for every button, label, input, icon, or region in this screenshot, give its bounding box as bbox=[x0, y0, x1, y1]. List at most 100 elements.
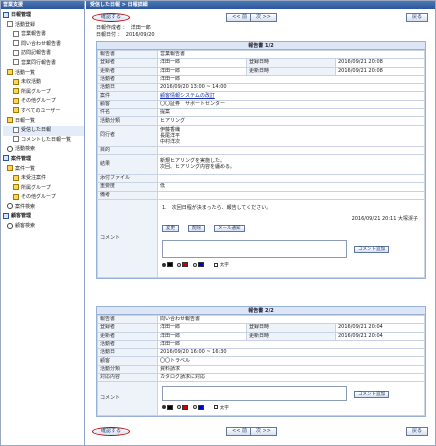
deal-link[interactable]: 顧客情報システムの改訂 bbox=[160, 93, 215, 99]
color-swatch-red bbox=[182, 404, 189, 410]
add-comment-button-2[interactable]: コメント追加 bbox=[354, 390, 389, 398]
result-line: 次回、ヒアリング内容を纏める。 bbox=[160, 164, 236, 171]
color-radio-black[interactable] bbox=[162, 262, 166, 267]
report-row: 顧客 〇〇証券 サポートセンター bbox=[97, 99, 425, 110]
sidebar-item-label: 日報一覧 bbox=[15, 117, 36, 124]
date-value: 2016/09/20 bbox=[125, 32, 155, 38]
companions-label: 同行者 bbox=[97, 124, 158, 147]
field-value: 問い合わせ報告書 bbox=[157, 314, 425, 325]
sidebar-item-label: 所属グループ bbox=[21, 88, 51, 95]
report-2-table: 報告書 問い合わせ報告書 登録者 洋田一郎 登録日時 2016/09/21 20:04 更新… bbox=[97, 314, 425, 417]
field-label: 報告書 bbox=[97, 49, 158, 60]
sidebar-item[interactable]: すべてのユーザー bbox=[3, 107, 84, 117]
edit-comment-button[interactable]: 変更 bbox=[162, 225, 179, 233]
bold-checkbox-2[interactable] bbox=[214, 405, 219, 410]
mail-notify-button[interactable]: メール通知 bbox=[214, 225, 245, 233]
field-value: 提案 bbox=[157, 108, 425, 118]
report-row: 案件 顧客情報システムの改訂 bbox=[97, 91, 425, 101]
sidebar-item[interactable]: 活動一覧 bbox=[3, 69, 84, 79]
companions-row: 同行者 伊藤香織 長尾洋平 中村洋次 bbox=[97, 124, 425, 147]
sidebar-item[interactable]: 日報一覧 bbox=[3, 117, 84, 127]
folder-icon bbox=[13, 193, 19, 200]
sidebar-item[interactable]: 案件検索 bbox=[3, 203, 84, 213]
sidebar-item-label: 活動登録 bbox=[15, 21, 36, 28]
sidebar-item[interactable]: 未受注案件 bbox=[3, 174, 84, 184]
comment-textarea-2[interactable] bbox=[162, 385, 347, 401]
sidebar-item[interactable]: 顧客検索 bbox=[3, 222, 84, 232]
sidebar-item-label: その他グループ bbox=[21, 194, 56, 201]
report-row: 件名 提案 bbox=[97, 108, 425, 118]
report-1-table: 報告書 営業報告書 登録者 洋田一郎 登録日時 2016/09/21 20:08 更新者 洋田… bbox=[97, 49, 425, 278]
doc-icon bbox=[7, 21, 13, 28]
next-button-top[interactable]: 次 >> bbox=[250, 13, 277, 22]
add-comment-button[interactable]: コメント追加 bbox=[354, 246, 389, 254]
report-row: 登録者 洋田一郎 登録日時 2016/09/21 20:08 bbox=[97, 58, 425, 68]
field-value: 2016/09/20 13:00 ~ 14:00 bbox=[157, 83, 425, 93]
sidebar-item[interactable]: 所属グループ bbox=[3, 88, 84, 98]
delete-comment-button[interactable]: 削除 bbox=[188, 225, 205, 233]
sidebar-item[interactable]: 問い合わせ報告書 bbox=[3, 40, 84, 50]
confirm-button-top[interactable]: 確認する bbox=[92, 13, 131, 22]
result-row: 結果 新規ヒアリングを実施した。 次回、ヒアリング内容を纏める。 bbox=[97, 153, 425, 175]
report-row: 活動者 洋田一郎 bbox=[97, 339, 425, 350]
top-toolbar: 確認する << 前 次 >> 戻る bbox=[86, 11, 435, 23]
bold-label: 太字 bbox=[219, 263, 229, 269]
color-radio-blue[interactable] bbox=[192, 262, 197, 267]
report-row: 活動日 2016/09/20 16:00 ~ 16:30 bbox=[97, 348, 425, 358]
sidebar-item[interactable]: 訪問記報告書 bbox=[3, 49, 84, 59]
back-button-bottom[interactable]: 戻る bbox=[406, 427, 429, 436]
sidebar-item-label: すべてのユーザー bbox=[21, 107, 61, 114]
sidebar-item-label: 営業報告書 bbox=[21, 31, 47, 38]
sidebar-item[interactable]: 日報管理 bbox=[3, 11, 84, 21]
field-value: 洋田一郎 bbox=[157, 66, 247, 76]
report-2: 報告書 2/2 報告書 問い合わせ報告書 登録者 洋田一郎 登録日時 2016/09/21… bbox=[96, 306, 426, 418]
field-label: 顧客 bbox=[97, 99, 158, 110]
field-value-cell[interactable]: 顧客情報システムの改訂 bbox=[157, 91, 425, 101]
field-value: 洋田一郎 bbox=[157, 331, 247, 341]
field-label: 活動日 bbox=[97, 348, 158, 358]
sidebar-item[interactable]: 未収活動 bbox=[3, 78, 84, 88]
folder-icon bbox=[13, 184, 19, 191]
lens-icon bbox=[7, 222, 13, 229]
sidebar-item[interactable]: 顧客管理 bbox=[3, 212, 84, 222]
sidebar-item[interactable]: 所属グループ bbox=[3, 184, 84, 194]
field-label: 報告書 bbox=[97, 314, 158, 325]
field-value: ヒアリング bbox=[157, 116, 425, 126]
field-label: 更新者 bbox=[97, 331, 158, 341]
sidebar-item[interactable]: 営業報告書 bbox=[3, 30, 84, 40]
sidebar-item[interactable]: その他グループ bbox=[3, 193, 84, 203]
sidebar-item[interactable]: コメントした日報一覧 bbox=[3, 136, 84, 146]
comment-label-2: コメント bbox=[97, 381, 158, 417]
sidebar-item[interactable]: 活動検索 bbox=[3, 145, 84, 155]
report-row: 報告書 営業報告書 bbox=[97, 49, 425, 60]
sidebar-item[interactable]: 受信した日報 bbox=[3, 126, 84, 136]
confirm-button-bottom[interactable]: 確認する bbox=[92, 427, 131, 436]
field-value: 洋田一郎 bbox=[157, 74, 425, 85]
sidebar-item[interactable]: 案件管理 bbox=[3, 155, 84, 165]
color-radio-red[interactable] bbox=[177, 405, 182, 410]
comment-area-2: コメント追加 太字 bbox=[159, 383, 424, 415]
sidebar-item[interactable]: 案件一覧 bbox=[3, 165, 84, 175]
sidebar-item-label: 問い合わせ報告書 bbox=[21, 40, 62, 47]
color-radio-red[interactable] bbox=[177, 262, 182, 267]
sidebar-item[interactable]: 営業同行報告書 bbox=[3, 59, 84, 69]
color-radio-blue[interactable] bbox=[192, 405, 197, 410]
meta-author: 日報作成者 ： 洋田一郎 bbox=[96, 25, 151, 31]
color-swatch-red bbox=[182, 262, 189, 268]
comment-textarea[interactable] bbox=[162, 240, 347, 259]
bold-checkbox[interactable] bbox=[214, 262, 219, 267]
back-button-top[interactable]: 戻る bbox=[406, 13, 429, 22]
sidebar-item[interactable]: 活動登録 bbox=[3, 21, 84, 31]
sidebar-item[interactable]: その他グループ bbox=[3, 97, 84, 107]
comment-row: コメント 1. 次回日程が決まったら、報告してください。 2016/09/21 … bbox=[97, 198, 425, 278]
doc-icon bbox=[13, 40, 19, 47]
prev-button-top[interactable]: << 前 bbox=[226, 13, 253, 22]
next-button-bottom[interactable]: 次 >> bbox=[250, 427, 277, 436]
color-radio-black[interactable] bbox=[162, 405, 166, 410]
meta-date: 日報日付 ： 2016/09/20 bbox=[96, 32, 155, 38]
field-label: 登録日時 bbox=[246, 58, 336, 68]
field-value: 2016/09/20 16:00 ~ 16:30 bbox=[157, 348, 425, 358]
report-1: 報告書 1/2 報告書 営業報告書 登録者 洋田一郎 登録日時 2016/09/21 20… bbox=[96, 41, 426, 279]
prev-button-bottom[interactable]: << 前 bbox=[226, 427, 253, 436]
field-value: 営業報告書 bbox=[157, 49, 425, 60]
